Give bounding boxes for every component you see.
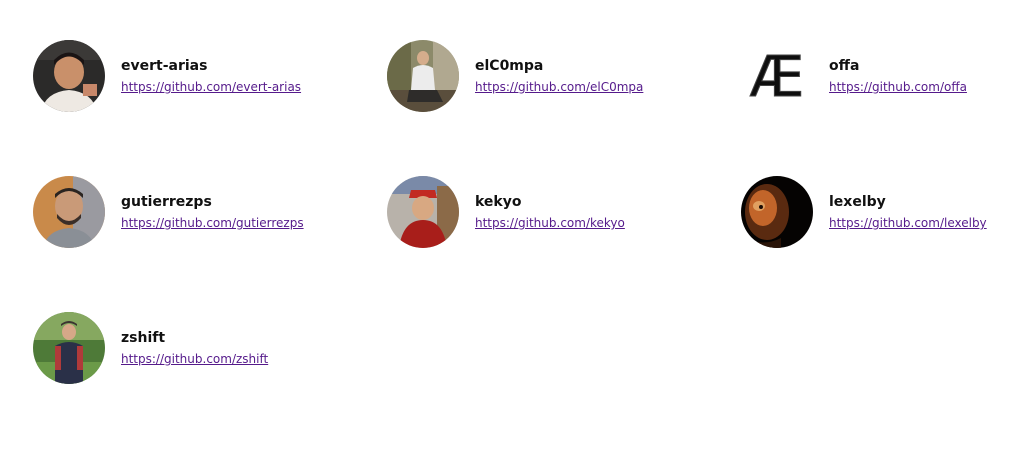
profile-link[interactable]: https://github.com/lexelby (829, 215, 987, 231)
avatar-photo-icon (33, 176, 105, 248)
contributor-card: gutierrezps https://github.com/gutierrez… (33, 174, 363, 250)
contributor-card: Æ offa https://github.com/offa (741, 38, 1034, 114)
username: evert-arias (121, 58, 208, 74)
avatar-zshift[interactable] (33, 312, 105, 384)
profile-link[interactable]: https://github.com/kekyo (475, 215, 625, 231)
contributor-card: kekyo https://github.com/kekyo (387, 174, 717, 250)
username: lexelby (829, 194, 886, 210)
avatar-photo-icon (741, 176, 813, 248)
avatar-elc0mpa[interactable] (387, 40, 459, 112)
avatar-photo-icon (387, 40, 459, 112)
avatar-lexelby[interactable] (741, 176, 813, 248)
ae-logo-icon: Æ (741, 40, 813, 112)
username: elC0mpa (475, 58, 544, 74)
avatar-gutierrezps[interactable] (33, 176, 105, 248)
profile-link[interactable]: https://github.com/elC0mpa (475, 79, 643, 95)
contributor-card: elC0mpa https://github.com/elC0mpa (387, 38, 717, 114)
contributor-card: evert-arias https://github.com/evert-ari… (33, 38, 363, 114)
profile-link[interactable]: https://github.com/gutierrezps (121, 215, 304, 231)
avatar-evert-arias[interactable] (33, 40, 105, 112)
avatar-photo-icon (33, 312, 105, 384)
contributor-card: zshift https://github.com/zshift (33, 310, 363, 386)
profile-link[interactable]: https://github.com/zshift (121, 351, 268, 367)
contributors-grid: evert-arias https://github.com/evert-ari… (0, 0, 1034, 455)
contributor-card: lexelby https://github.com/lexelby (741, 174, 1034, 250)
ae-glyph: Æ (750, 45, 805, 110)
avatar-photo-icon (33, 40, 105, 112)
avatar-kekyo[interactable] (387, 176, 459, 248)
profile-link[interactable]: https://github.com/offa (829, 79, 967, 95)
username: zshift (121, 330, 166, 346)
avatar-photo-icon (387, 176, 459, 248)
username: kekyo (475, 194, 522, 210)
username: gutierrezps (121, 194, 212, 210)
profile-link[interactable]: https://github.com/evert-arias (121, 79, 301, 95)
username: offa (829, 58, 860, 74)
avatar-offa[interactable]: Æ (741, 40, 813, 112)
